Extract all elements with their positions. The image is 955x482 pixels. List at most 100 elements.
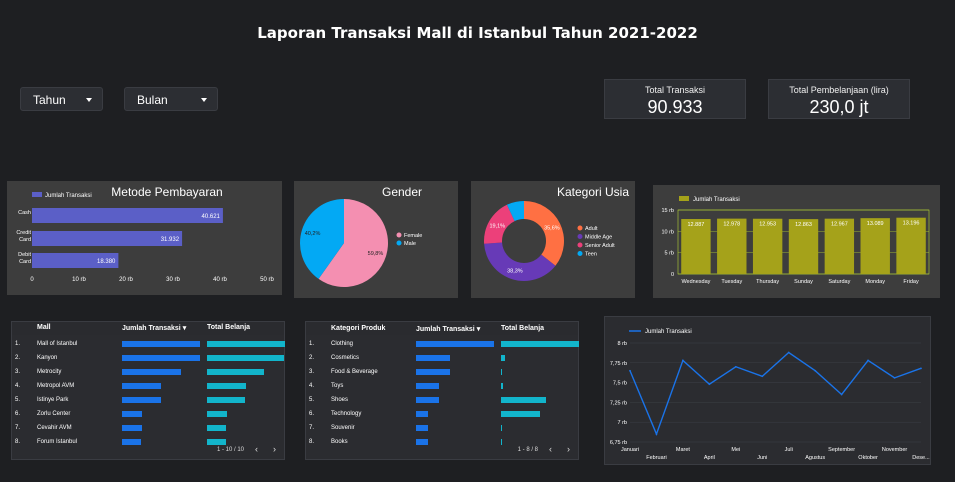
payment-legend-label: Jumlah Transaksi xyxy=(45,193,92,199)
payment-x-tick: 10 rb xyxy=(72,277,86,283)
payment-category-label: Credit xyxy=(16,230,31,236)
mall-trx-bar xyxy=(122,341,200,347)
mall-table-row[interactable]: 1. Mall of Istanbul xyxy=(12,337,285,351)
age-chart-title: Kategori Usia xyxy=(557,185,629,199)
weekday-x-label: Sunday xyxy=(794,279,813,285)
gender-chart: Gender 59,8% 40,2% Female Male xyxy=(294,181,458,298)
category-trx-bar xyxy=(416,439,428,445)
payment-chart-title: Metode Pembayaran xyxy=(111,185,222,199)
category-spend-bar xyxy=(501,425,502,431)
age-slice xyxy=(484,242,556,281)
line-x-label: Juni xyxy=(757,455,767,461)
category-row-name: Souvenir xyxy=(331,425,355,431)
gender-legend-label: Male xyxy=(404,241,416,247)
category-table-row[interactable]: 2. Cosmetics xyxy=(306,351,578,365)
category-row-number: 1. xyxy=(309,341,315,347)
mall-table-row[interactable]: 3. Metrocity xyxy=(12,365,284,379)
kpi-total-transaksi-label: Total Transaksi xyxy=(644,85,706,95)
monthly-line-point xyxy=(761,375,764,378)
weekday-y-tick: 15 rb xyxy=(661,208,674,214)
age-legend-dot xyxy=(577,251,583,256)
mall-table-row[interactable]: 7. Cevahir AVM xyxy=(12,421,284,435)
mall-table-row[interactable]: 5. Istinye Park xyxy=(12,393,284,407)
kpi-total-belanja-value: 230,0 jt xyxy=(809,97,869,117)
category-header-trx[interactable]: Jumlah Transaksi ▾ xyxy=(416,325,480,333)
mall-row-number: 2. xyxy=(15,355,21,361)
category-table-row[interactable]: 6. Technology xyxy=(306,407,578,421)
chevron-down-icon xyxy=(201,98,207,102)
year-dropdown[interactable]: Tahun xyxy=(20,87,103,111)
mall-spend-bar xyxy=(207,439,226,445)
category-row-number: 4. xyxy=(309,383,315,389)
mall-header-trx-label: Jumlah Transaksi xyxy=(122,325,181,332)
month-dropdown[interactable]: Bulan xyxy=(124,87,218,111)
chevron-down-icon xyxy=(86,98,92,102)
age-legend-label: Middle Age xyxy=(585,235,612,241)
mall-row-number: 7. xyxy=(15,425,21,431)
mall-row-number: 4. xyxy=(15,383,21,389)
mall-spend-bar xyxy=(207,355,285,361)
payment-x-tick: 30 rb xyxy=(166,277,180,283)
category-spend-bar xyxy=(501,411,540,417)
age-legend-label: Teen xyxy=(585,252,597,258)
year-dropdown-label: Tahun xyxy=(33,93,66,107)
mall-table-row[interactable]: 2. Kanyon xyxy=(12,351,285,365)
kpi-total-transaksi: Total Transaksi 90.933 xyxy=(604,79,746,119)
line-x-label: November xyxy=(882,447,908,453)
line-x-label: Dese... xyxy=(912,455,930,461)
payment-x-tick: 0 xyxy=(30,277,34,283)
mall-header-spend[interactable]: Total Belanja xyxy=(207,324,250,331)
gender-legend-dot xyxy=(396,232,402,238)
monthly-line-point xyxy=(867,359,869,362)
mall-header-trx[interactable]: Jumlah Transaksi ▾ xyxy=(122,324,186,332)
category-header-spend[interactable]: Total Belanja xyxy=(501,325,544,332)
age-slice-label: 19,1% xyxy=(489,223,505,229)
mall-header-name[interactable]: Mall xyxy=(37,324,51,331)
weekday-y-tick: 0 xyxy=(671,272,674,278)
category-table-row[interactable]: 3. Food & Beverage xyxy=(306,365,578,379)
weekday-y-tick: 5 rb xyxy=(665,251,674,257)
mall-table-row[interactable]: 6. Zorlu Center xyxy=(12,407,284,421)
gender-svg: Gender 59,8% 40,2% Female Male xyxy=(300,185,422,287)
category-table-row[interactable]: 7. Souvenir xyxy=(306,421,578,435)
line-x-label: Februari xyxy=(646,455,666,461)
category-spend-bar xyxy=(501,383,504,389)
weekday-bar-label: 12.967 xyxy=(831,222,848,228)
category-table-row[interactable]: 5. Shoes xyxy=(306,393,578,407)
mall-spend-bar xyxy=(207,369,264,375)
mall-row-name: Metropol AVM xyxy=(37,383,75,389)
line-y-tick: 7 rb xyxy=(618,420,627,426)
mall-trx-bar xyxy=(122,397,161,403)
sort-desc-icon: ▾ xyxy=(182,325,187,332)
payment-method-svg: Jumlah Transaksi Metode Pembayaran 0 10 r… xyxy=(16,185,274,283)
category-table-row[interactable]: 8. Books xyxy=(306,435,578,449)
weekday-legend-label: Jumlah Transaksi xyxy=(693,197,740,203)
category-row-name: Cosmetics xyxy=(331,355,360,361)
line-y-tick: 7,5 rb xyxy=(613,381,627,387)
mall-table-row[interactable]: 8. Forum Istanbul xyxy=(12,435,284,449)
mall-trx-bar xyxy=(122,355,200,361)
mall-row-name: Kanyon xyxy=(37,355,58,361)
category-row-number: 7. xyxy=(309,425,315,431)
line-x-label: September xyxy=(828,447,855,453)
line-x-label: April xyxy=(704,455,715,461)
weekday-legend-swatch xyxy=(679,196,689,201)
line-y-tick: 6,75 rb xyxy=(610,440,627,446)
age-slice xyxy=(524,201,564,266)
monthly-line-series xyxy=(629,351,922,437)
mall-table-row[interactable]: 4. Metropol AVM xyxy=(12,379,284,393)
payment-bar-label: 40.621 xyxy=(202,214,221,220)
dashboard-title: Laporan Transaksi Mall di Istanbul Tahun… xyxy=(257,24,698,42)
payment-category-label: Card xyxy=(19,259,31,265)
weekday-bar-label: 12.887 xyxy=(688,222,705,228)
category-trx-bar xyxy=(416,355,451,361)
mall-table-header: Mall Jumlah Transaksi ▾ Total Belanja xyxy=(12,322,284,335)
category-table-row[interactable]: 4. Toys xyxy=(306,379,578,393)
category-header-name[interactable]: Kategori Produk xyxy=(331,325,385,332)
category-row-name: Technology xyxy=(331,411,362,417)
category-table-row[interactable]: 1. Clothing xyxy=(306,337,579,351)
kpi-total-belanja: Total Pembelanjaan (lira) 230,0 jt xyxy=(768,79,910,119)
mall-row-number: 8. xyxy=(15,439,21,445)
weekday-x-label: Tuesday xyxy=(721,279,742,285)
line-x-label: Maret xyxy=(676,447,691,453)
